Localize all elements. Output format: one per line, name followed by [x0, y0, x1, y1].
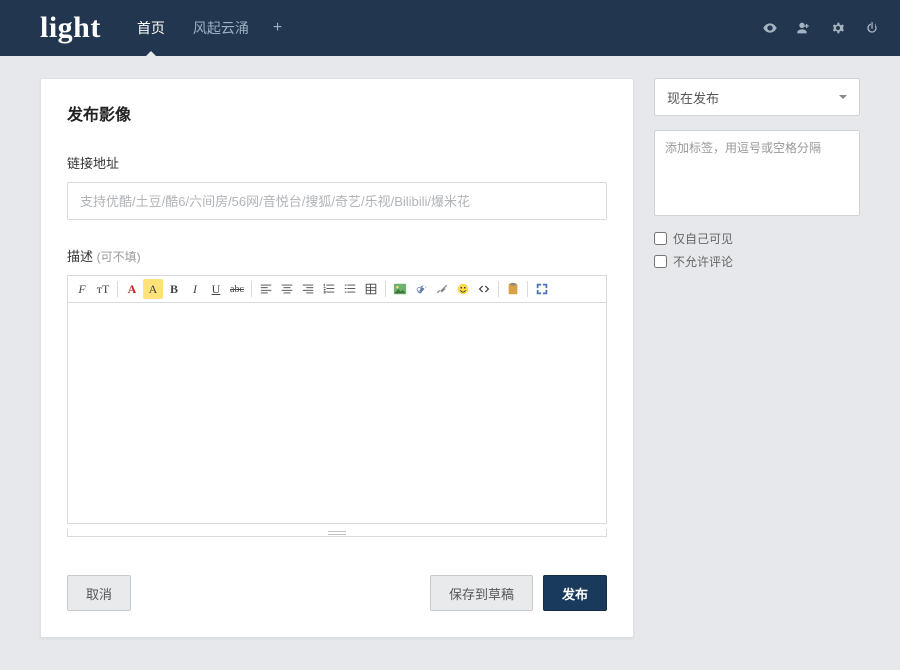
nav-tab-trending[interactable]: 风起云涌	[181, 0, 261, 56]
link-icon[interactable]	[411, 279, 431, 299]
highlight-icon[interactable]: A	[143, 279, 163, 299]
font-color-icon[interactable]: A	[122, 279, 142, 299]
sidebar: 现在发布 添加标签，用逗号或空格分隔 仅自己可见 不允许评论	[654, 78, 860, 270]
publish-time-select[interactable]: 现在发布	[654, 78, 860, 116]
ordered-list-icon[interactable]	[319, 279, 339, 299]
action-bar: 取消 保存到草稿 发布	[67, 545, 607, 611]
brand-logo[interactable]: light	[40, 11, 101, 45]
table-icon[interactable]	[361, 279, 381, 299]
publish-button[interactable]: 发布	[543, 575, 607, 611]
strike-icon[interactable]: abc	[227, 279, 247, 299]
top-navbar: light 首页 风起云涌 +	[0, 0, 900, 56]
align-right-icon[interactable]	[298, 279, 318, 299]
desc-label-hint: (可不填)	[97, 250, 141, 264]
url-input[interactable]	[67, 182, 607, 220]
cancel-button[interactable]: 取消	[67, 575, 131, 611]
toolbar-sep	[385, 281, 386, 297]
bold-icon[interactable]: B	[164, 279, 184, 299]
desc-block: 描述 (可不填) F ᴛT A A B I U abc	[67, 246, 607, 537]
align-center-icon[interactable]	[277, 279, 297, 299]
publish-card: 发布影像 链接地址 描述 (可不填) F ᴛT A A B I U abc	[40, 78, 634, 638]
font-size-icon[interactable]: ᴛT	[93, 279, 113, 299]
tag-input[interactable]: 添加标签，用逗号或空格分隔	[654, 130, 860, 216]
editor-resize-handle[interactable]	[67, 529, 607, 537]
emoji-icon[interactable]	[453, 279, 473, 299]
editor-toolbar: F ᴛT A A B I U abc	[67, 275, 607, 302]
image-icon[interactable]	[390, 279, 410, 299]
content-area: 发布影像 链接地址 描述 (可不填) F ᴛT A A B I U abc	[0, 56, 900, 660]
font-family-icon[interactable]: F	[72, 279, 92, 299]
align-left-icon[interactable]	[256, 279, 276, 299]
private-label: 仅自己可见	[673, 230, 733, 247]
unlink-icon[interactable]	[432, 279, 452, 299]
add-user-icon[interactable]	[796, 20, 812, 36]
underline-icon[interactable]: U	[206, 279, 226, 299]
url-label: 链接地址	[67, 153, 607, 172]
publish-time-value: 现在发布	[667, 88, 719, 107]
desc-label: 描述 (可不填)	[67, 246, 607, 265]
no-comment-checkbox-row[interactable]: 不允许评论	[654, 253, 860, 270]
gear-icon[interactable]	[830, 20, 846, 36]
toolbar-sep	[251, 281, 252, 297]
private-checkbox[interactable]	[654, 232, 667, 245]
desc-label-text: 描述	[67, 249, 93, 264]
private-checkbox-row[interactable]: 仅自己可见	[654, 230, 860, 247]
nav-tabs: 首页 风起云涌 +	[125, 0, 290, 56]
nav-action-icons	[762, 20, 880, 36]
visibility-icon[interactable]	[762, 20, 778, 36]
italic-icon[interactable]: I	[185, 279, 205, 299]
url-block: 链接地址	[67, 153, 607, 220]
toolbar-sep	[527, 281, 528, 297]
toolbar-sep	[117, 281, 118, 297]
no-comment-checkbox[interactable]	[654, 255, 667, 268]
description-editor[interactable]	[67, 302, 607, 524]
nav-tab-home[interactable]: 首页	[125, 0, 177, 56]
tag-placeholder: 添加标签，用逗号或空格分隔	[665, 141, 821, 155]
code-icon[interactable]	[474, 279, 494, 299]
fullscreen-icon[interactable]	[532, 279, 552, 299]
unordered-list-icon[interactable]	[340, 279, 360, 299]
no-comment-label: 不允许评论	[673, 253, 733, 270]
card-title: 发布影像	[67, 101, 607, 125]
toolbar-sep	[498, 281, 499, 297]
nav-add-tab[interactable]: +	[265, 19, 290, 37]
paste-icon[interactable]	[503, 279, 523, 299]
save-draft-button[interactable]: 保存到草稿	[430, 575, 533, 611]
power-icon[interactable]	[864, 20, 880, 36]
